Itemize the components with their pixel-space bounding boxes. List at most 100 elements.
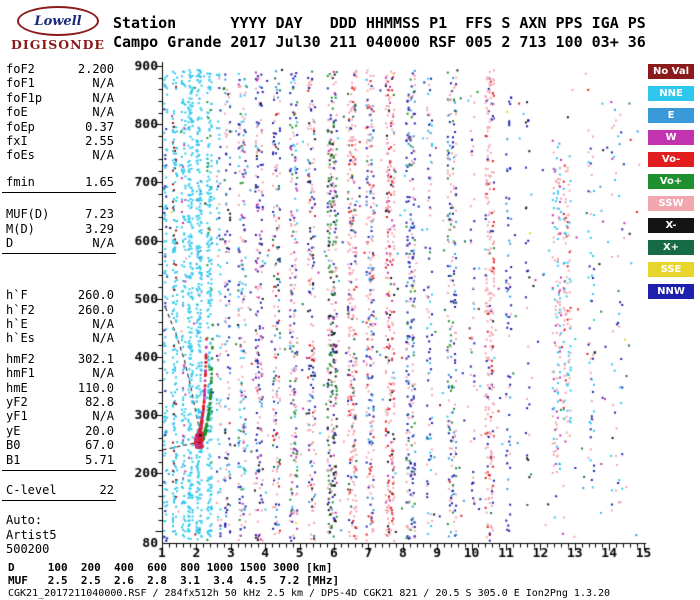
param-value: N/A: [92, 366, 114, 381]
param-row-500200: 500200: [2, 542, 116, 556]
param-label: foEp: [6, 119, 35, 134]
ionogram-plot: [122, 54, 688, 560]
param-value: N/A: [92, 317, 114, 332]
param-group: h`F 260.0 h`F2 260.0 h`E N/A h`Es N/A: [2, 288, 116, 346]
param-value: 2.200: [77, 62, 114, 76]
param-row-b0: B0 67.0: [2, 438, 116, 452]
muf-row: MUF 2.5 2.5 2.6 2.8 3.1 3.4 4.5 7.2 [MHz…: [8, 574, 340, 587]
param-row-h-es: h`Es N/A: [2, 331, 116, 345]
param-row-hmf2: hmF2 302.1: [2, 352, 116, 366]
logo-oval: Lowell: [17, 6, 99, 36]
param-value: 1.65: [85, 174, 114, 189]
param-label: 500200: [6, 542, 50, 557]
param-label: Artist5: [6, 527, 57, 542]
param-row-c-level: C-level 22: [2, 483, 116, 497]
param-value: 22: [99, 482, 114, 497]
param-group: fmin 1.65: [2, 175, 116, 194]
param-value: 67.0: [85, 438, 114, 453]
param-group: Auto: Artist5 500200: [2, 513, 116, 556]
logo-digisonde-text: DIGISONDE: [11, 37, 105, 52]
param-row-foe: foE N/A: [2, 105, 116, 119]
param-label: B0: [6, 438, 21, 453]
param-row-hme: hmE 110.0: [2, 381, 116, 395]
param-group: hmF2 302.1 hmF1 N/A hmE 110.0 yF2 82.8 yF1 N/A yE 2…: [2, 352, 116, 471]
param-label: C-level: [6, 482, 57, 497]
param-label: yF2: [6, 395, 28, 410]
legend-item-ssw: SSW: [648, 196, 694, 211]
param-label: h`Es: [6, 331, 35, 346]
param-row-fmin: fmin 1.65: [2, 175, 116, 189]
param-group: foF2 2.200 foF1 N/A foF1p N/A foE N/A foEp 0.37 fx…: [2, 62, 116, 163]
param-row-ye: yE 20.0: [2, 424, 116, 438]
legend-item-w: W: [648, 130, 694, 145]
param-row-m-d-: M(D) 3.29: [2, 222, 116, 236]
legend-item-sse: SSE: [648, 262, 694, 277]
param-value: 0.37: [85, 119, 114, 134]
param-row-fof2: foF2 2.200: [2, 62, 116, 76]
param-value: N/A: [92, 105, 114, 120]
header-field-values: Campo Grande 2017 Jul30 211 040000 RSF 0…: [113, 33, 646, 51]
param-label: MUF(D): [6, 207, 50, 222]
param-value: 260.0: [77, 288, 114, 303]
legend-item-no-val: No Val: [648, 64, 694, 79]
legend-item-x-: X-: [648, 218, 694, 233]
param-label: fxI: [6, 133, 28, 148]
param-label: M(D): [6, 221, 35, 236]
param-row-fof1: foF1 N/A: [2, 76, 116, 90]
logo-lowell-text: Lowell: [34, 13, 82, 29]
param-row-yf1: yF1 N/A: [2, 409, 116, 423]
param-value: N/A: [92, 235, 114, 250]
param-value: 3.29: [85, 221, 114, 236]
param-group: C-level 22: [2, 483, 116, 502]
param-label: hmE: [6, 380, 28, 395]
param-label: hmF2: [6, 351, 35, 366]
param-value: N/A: [92, 76, 114, 91]
param-label: h`F2: [6, 302, 35, 317]
param-row-artist5: Artist5: [2, 528, 116, 542]
param-value: 2.55: [85, 133, 114, 148]
param-label: yE: [6, 423, 21, 438]
lowell-digisonde-logo: Lowell DIGISONDE: [6, 6, 110, 54]
param-label: h`F: [6, 288, 28, 303]
legend-item-vo-: Vo-: [648, 152, 694, 167]
param-value: N/A: [92, 148, 114, 163]
param-row-h-f2: h`F2 260.0: [2, 303, 116, 317]
param-row-h-e: h`E N/A: [2, 317, 116, 331]
param-row-hmf1: hmF1 N/A: [2, 366, 116, 380]
param-label: foF1p: [6, 90, 43, 105]
param-row-d: D N/A: [2, 236, 116, 250]
distance-row: D 100 200 400 600 800 1000 1500 3000 [km…: [8, 561, 333, 574]
param-label: D: [6, 235, 14, 250]
header-field-names: Station YYYY DAY DDD HHMMSS P1 FFS S AXN…: [113, 14, 646, 32]
param-label: foF1: [6, 76, 35, 91]
param-row-b1: B1 5.71: [2, 453, 116, 467]
param-group: MUF(D) 7.23 M(D) 3.29 D N/A: [2, 207, 116, 255]
param-value: N/A: [92, 90, 114, 105]
param-label: h`E: [6, 317, 28, 332]
legend-item-vo-: Vo+: [648, 174, 694, 189]
direction-legend: No Val NNE E W Vo- Vo+ SSW X- X+ SSE NNW: [648, 64, 694, 306]
footer-info: CGK21_2017211040000.RSF / 284fx512h 50 k…: [8, 588, 611, 599]
parameter-panel: foF2 2.200 foF1 N/A foF1p N/A foE N/A foEp 0.37 fx…: [2, 62, 116, 557]
param-row-auto-: Auto:: [2, 513, 116, 527]
param-label: foF2: [6, 62, 35, 76]
param-label: yF1: [6, 409, 28, 424]
param-row-foes: foEs N/A: [2, 148, 116, 162]
param-row-fxi: fxI 2.55: [2, 134, 116, 148]
param-row-h-f: h`F 260.0: [2, 288, 116, 302]
param-value: N/A: [92, 409, 114, 424]
param-value: 110.0: [77, 380, 114, 395]
param-label: Auto:: [6, 513, 43, 528]
param-label: foE: [6, 105, 28, 120]
param-value: 5.71: [85, 452, 114, 467]
legend-item-nnw: NNW: [648, 284, 694, 299]
param-value: 20.0: [85, 423, 114, 438]
param-row-muf-d-: MUF(D) 7.23: [2, 207, 116, 221]
legend-item-e: E: [648, 108, 694, 123]
param-value: 82.8: [85, 395, 114, 410]
param-row-foep: foEp 0.37: [2, 120, 116, 134]
param-value: 7.23: [85, 207, 114, 222]
legend-item-x-: X+: [648, 240, 694, 255]
param-row-fof1p: foF1p N/A: [2, 91, 116, 105]
param-label: hmF1: [6, 366, 35, 381]
